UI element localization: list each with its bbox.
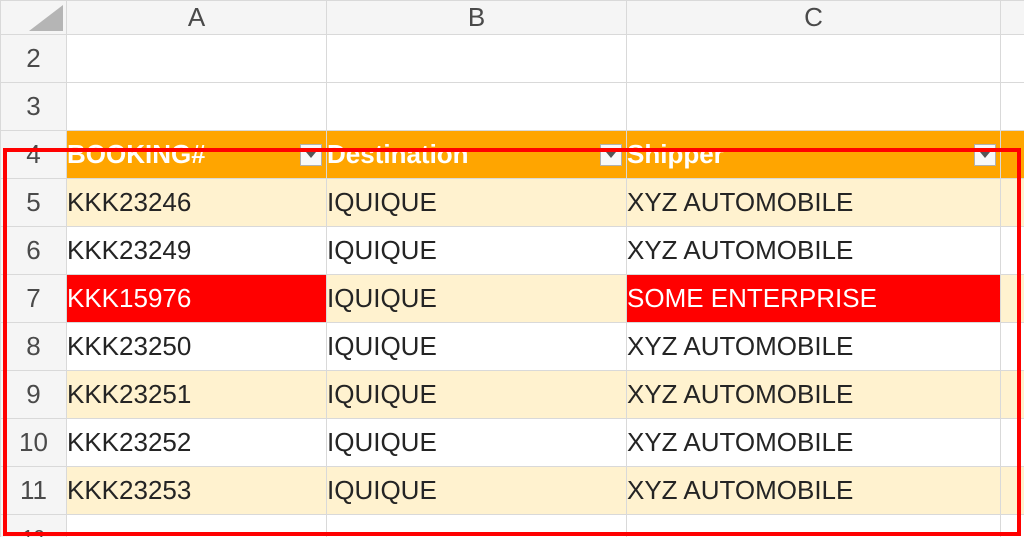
row-header-5[interactable]: 5 — [1, 179, 67, 227]
col-header-C[interactable]: C — [627, 1, 1001, 35]
select-all-triangle-icon — [29, 5, 63, 31]
cell-C8[interactable]: XYZ AUTOMOBILE — [627, 323, 1001, 371]
row-6: 6 KKK23249 IQUIQUE XYZ AUTOMOBILE — [1, 227, 1024, 275]
cell-A2[interactable] — [67, 35, 327, 83]
row-header-6[interactable]: 6 — [1, 227, 67, 275]
filter-button-destination[interactable] — [600, 144, 622, 166]
row-3: 3 — [1, 83, 1024, 131]
row-5: 5 KKK23246 IQUIQUE XYZ AUTOMOBILE — [1, 179, 1024, 227]
chevron-down-icon — [980, 152, 990, 158]
cell-D6[interactable] — [1001, 227, 1024, 275]
cell-B6[interactable]: IQUIQUE — [327, 227, 627, 275]
chevron-down-icon — [606, 152, 616, 158]
row-header-7[interactable]: 7 — [1, 275, 67, 323]
row-9: 9 KKK23251 IQUIQUE XYZ AUTOMOBILE — [1, 371, 1024, 419]
header-destination-label: Destination — [327, 139, 469, 169]
cell-B7[interactable]: IQUIQUE — [327, 275, 627, 323]
filter-button-booking[interactable] — [300, 144, 322, 166]
row-header-9[interactable]: 9 — [1, 371, 67, 419]
cell-A12[interactable] — [67, 515, 327, 537]
cell-B3[interactable] — [327, 83, 627, 131]
cell-D4[interactable] — [1001, 131, 1024, 179]
col-header-A[interactable]: A — [67, 1, 327, 35]
column-header-row: A B C — [1, 1, 1024, 35]
spreadsheet-grid: A B C 2 3 4 BOOKING# — [0, 0, 1024, 537]
row-header-2[interactable]: 2 — [1, 35, 67, 83]
row-header-8[interactable]: 8 — [1, 323, 67, 371]
row-4: 4 BOOKING# Destination Shipper — [1, 131, 1024, 179]
row-header-12[interactable]: 12 — [1, 515, 67, 537]
cell-A9[interactable]: KKK23251 — [67, 371, 327, 419]
cell-C2[interactable] — [627, 35, 1001, 83]
row-header-3[interactable]: 3 — [1, 83, 67, 131]
row-10: 10 KKK23252 IQUIQUE XYZ AUTOMOBILE — [1, 419, 1024, 467]
cell-B9[interactable]: IQUIQUE — [327, 371, 627, 419]
cell-C10[interactable]: XYZ AUTOMOBILE — [627, 419, 1001, 467]
header-booking-label: BOOKING# — [67, 139, 206, 169]
cell-A6[interactable]: KKK23249 — [67, 227, 327, 275]
cell-B8[interactable]: IQUIQUE — [327, 323, 627, 371]
cell-A3[interactable] — [67, 83, 327, 131]
row-2: 2 — [1, 35, 1024, 83]
cell-D11[interactable] — [1001, 467, 1024, 515]
cell-A11[interactable]: KKK23253 — [67, 467, 327, 515]
row-12: 12 — [1, 515, 1024, 537]
row-header-10[interactable]: 10 — [1, 419, 67, 467]
cell-A5[interactable]: KKK23246 — [67, 179, 327, 227]
cell-C11[interactable]: XYZ AUTOMOBILE — [627, 467, 1001, 515]
cell-D8[interactable] — [1001, 323, 1024, 371]
spreadsheet-viewport: A B C 2 3 4 BOOKING# — [0, 0, 1024, 537]
cell-C6[interactable]: XYZ AUTOMOBILE — [627, 227, 1001, 275]
cell-A4-header-booking[interactable]: BOOKING# — [67, 131, 327, 179]
cell-D5[interactable] — [1001, 179, 1024, 227]
cell-B4-header-destination[interactable]: Destination — [327, 131, 627, 179]
cell-D7[interactable] — [1001, 275, 1024, 323]
cell-C5[interactable]: XYZ AUTOMOBILE — [627, 179, 1001, 227]
select-all-corner[interactable] — [1, 1, 67, 35]
cell-D3[interactable] — [1001, 83, 1024, 131]
cell-C4-header-shipper[interactable]: Shipper — [627, 131, 1001, 179]
cell-D2[interactable] — [1001, 35, 1024, 83]
col-header-B[interactable]: B — [327, 1, 627, 35]
cell-B2[interactable] — [327, 35, 627, 83]
cell-D9[interactable] — [1001, 371, 1024, 419]
cell-B11[interactable]: IQUIQUE — [327, 467, 627, 515]
header-shipper-label: Shipper — [627, 139, 724, 169]
cell-B10[interactable]: IQUIQUE — [327, 419, 627, 467]
cell-D10[interactable] — [1001, 419, 1024, 467]
chevron-down-icon — [306, 152, 316, 158]
row-7: 7 KKK15976 IQUIQUE SOME ENTERPRISE — [1, 275, 1024, 323]
cell-C12[interactable] — [627, 515, 1001, 537]
row-11: 11 KKK23253 IQUIQUE XYZ AUTOMOBILE — [1, 467, 1024, 515]
cell-A10[interactable]: KKK23252 — [67, 419, 327, 467]
cell-B12[interactable] — [327, 515, 627, 537]
cell-A7[interactable]: KKK15976 — [67, 275, 327, 323]
row-header-11[interactable]: 11 — [1, 467, 67, 515]
row-header-4[interactable]: 4 — [1, 131, 67, 179]
col-header-next[interactable] — [1001, 1, 1024, 35]
cell-C7[interactable]: SOME ENTERPRISE — [627, 275, 1001, 323]
filter-button-shipper[interactable] — [974, 144, 996, 166]
cell-D12[interactable] — [1001, 515, 1024, 537]
row-8: 8 KKK23250 IQUIQUE XYZ AUTOMOBILE — [1, 323, 1024, 371]
cell-B5[interactable]: IQUIQUE — [327, 179, 627, 227]
cell-C3[interactable] — [627, 83, 1001, 131]
cell-A8[interactable]: KKK23250 — [67, 323, 327, 371]
cell-C9[interactable]: XYZ AUTOMOBILE — [627, 371, 1001, 419]
